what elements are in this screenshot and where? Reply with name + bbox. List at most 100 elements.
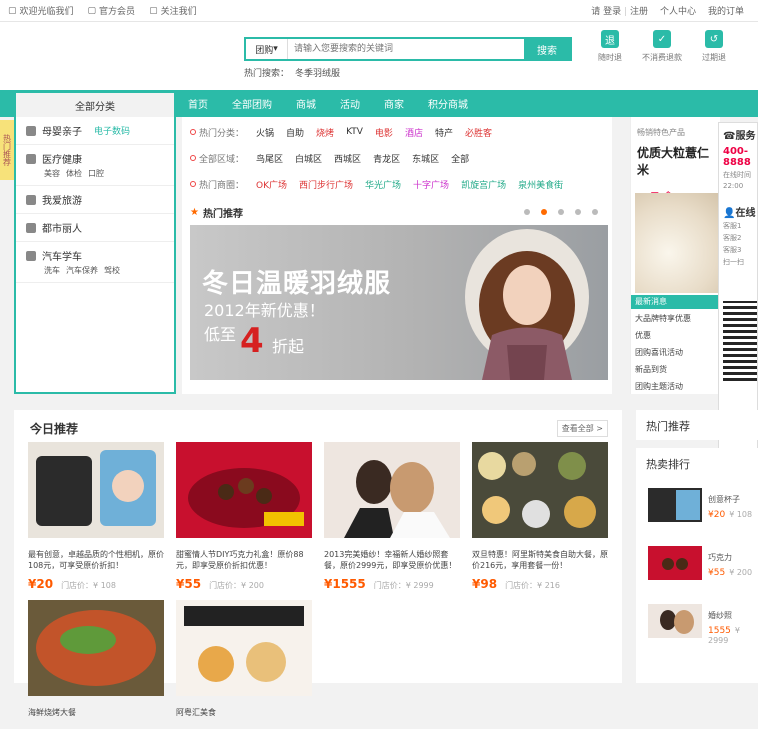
filter-item[interactable]: 东城区 xyxy=(412,152,439,165)
agent-link[interactable]: 客服2 xyxy=(719,231,757,243)
promise-unused-refund[interactable]: ✓ 不消费退款 xyxy=(642,30,682,63)
nav-all-deals[interactable]: 全部团购 xyxy=(232,96,272,111)
subcategory-link[interactable]: 驾校 xyxy=(104,265,120,276)
hot-search-word[interactable]: 冬季羽绒服 xyxy=(295,69,340,79)
product-name: 最有创意，卓越品质的个性相机，原价108元，可享受原价折扣！ xyxy=(28,550,164,570)
subcategory-link[interactable]: 汽车保养 xyxy=(66,265,98,276)
product-price: ¥20 xyxy=(28,577,54,591)
view-all-button[interactable]: 查看全部 > xyxy=(556,420,608,437)
nav-activity[interactable]: 活动 xyxy=(340,96,360,111)
rank-item[interactable]: 创意杯子 ¥20 ¥ 108 xyxy=(648,488,758,525)
featured-item-title[interactable]: 优质大粒薏仁米 xyxy=(631,138,720,178)
filter-item[interactable]: 自助 xyxy=(286,126,304,139)
category-highlight[interactable]: 电子数码 xyxy=(94,124,130,137)
subcategory-link[interactable]: 洗车 xyxy=(44,265,60,276)
subcategory-link[interactable]: 体检 xyxy=(66,168,82,179)
filter-item[interactable]: 西城区 xyxy=(334,152,361,165)
nav-home[interactable]: 首页 xyxy=(188,96,208,111)
search-input[interactable] xyxy=(288,39,524,59)
main-nav: 全部分类 首页 全部团购 商城 活动 商家 积分商城 xyxy=(0,90,758,118)
nav-mall[interactable]: 商城 xyxy=(296,96,316,111)
news-list: 大品牌特享优惠 优惠 团购喜讯活动 新品到货 团购主题活动 xyxy=(635,313,691,398)
category-item-car[interactable]: 汽车学车 洗车 汽车保养 驾校 xyxy=(16,242,174,283)
rank-name: 巧克力 xyxy=(708,553,732,562)
product-image-dimsum xyxy=(176,600,312,696)
all-categories-tab[interactable]: 全部分类 xyxy=(14,91,176,118)
category-item-baby[interactable]: 母婴亲子 电子数码 xyxy=(16,117,174,145)
product-card[interactable]: 最有创意，卓越品质的个性相机，原价108元，可享受原价折扣！ ¥20 门店价：¥ … xyxy=(28,442,164,591)
my-center-link[interactable]: 个人中心 xyxy=(660,4,696,17)
carousel-dot[interactable] xyxy=(524,209,530,215)
filter-item[interactable]: 华光广场 xyxy=(365,178,401,191)
filter-item[interactable]: 电影 xyxy=(375,126,393,139)
search-button[interactable]: 搜索 xyxy=(524,39,570,59)
promise-expired-refund[interactable]: ↺ 过期退 xyxy=(694,30,734,63)
side-float-tab[interactable]: 热门推荐 xyxy=(0,120,14,180)
location-icon xyxy=(190,155,196,161)
news-item[interactable]: 优惠 xyxy=(635,330,691,341)
category-item-beauty[interactable]: 都市丽人 xyxy=(16,214,174,242)
product-card[interactable]: 2013完美婚纱！幸福新人婚纱照套餐，原价2999元，即享受原价优惠！ ¥155… xyxy=(324,442,460,591)
hot-search: 热门搜索： 冬季羽绒服 xyxy=(244,66,340,79)
news-title: 最新消息 xyxy=(631,295,721,309)
my-order-link[interactable]: 我的订单 xyxy=(708,4,744,17)
filter-item[interactable]: 凯旋宫广场 xyxy=(461,178,506,191)
rank-item[interactable]: 婚纱照 1555 ¥ 2999 xyxy=(648,604,758,645)
product-orig-price: 门店价：¥ 2999 xyxy=(373,581,434,590)
product-card[interactable]: 阿粤汇美食 xyxy=(176,600,312,729)
filter-item[interactable]: OK广场 xyxy=(256,178,287,191)
product-card[interactable]: 甜蜜情人节DIY巧克力礼盒！原价88元，即享受原价折扣优惠！ ¥55 门店价：¥ … xyxy=(176,442,312,591)
filter-item[interactable]: 十字广场 xyxy=(413,178,449,191)
product-card[interactable]: 双旦特惠！阿里斯特美食自助大餐，原价216元，享用套餐一份！ ¥98 门店价：¥ … xyxy=(472,442,608,591)
filter-item[interactable]: 青龙区 xyxy=(373,152,400,165)
carousel-dot[interactable] xyxy=(575,209,581,215)
filter-district: 热门商圈： OK广场 西门步行广场 华光广场 十字广场 凯旋宫广场 泉州美食街 xyxy=(190,177,563,191)
news-item[interactable]: 新品到货 xyxy=(635,364,691,375)
rank-price: ¥55 xyxy=(708,568,726,578)
filter-item[interactable]: 鸟尾区 xyxy=(256,152,283,165)
topbar-link-follow[interactable]: ▢ 关注我们 xyxy=(149,4,197,18)
category-item-health[interactable]: 医疗健康 美容 体检 口腔 xyxy=(16,145,174,186)
product-orig-price: 门店价：¥ 108 xyxy=(61,581,116,590)
today-title: 今日推荐 xyxy=(30,422,79,436)
topbar-link-welcome[interactable]: ▢ 欢迎光临我们 xyxy=(8,4,74,18)
filter-item[interactable]: 火锅 xyxy=(256,126,274,139)
filter-item[interactable]: KTV xyxy=(346,127,363,137)
category-title: 母婴亲子 xyxy=(42,127,82,138)
carousel-dot-active[interactable] xyxy=(541,209,547,215)
agent-link[interactable]: 客服1 xyxy=(719,219,757,231)
filter-item[interactable]: 白城区 xyxy=(295,152,322,165)
nav-merchant[interactable]: 商家 xyxy=(384,96,404,111)
qr-code xyxy=(723,301,757,381)
rank-item[interactable]: 巧克力 ¥55 ¥ 200 xyxy=(648,546,758,583)
promise-anytime-refund[interactable]: 退随时退 xyxy=(590,30,630,63)
filter-item[interactable]: 西门步行广场 xyxy=(299,178,353,191)
filter-item[interactable]: 必胜客 xyxy=(465,126,492,139)
subcategory-link[interactable]: 口腔 xyxy=(88,168,104,179)
news-item[interactable]: 团购喜讯活动 xyxy=(635,347,691,358)
category-title: 都市丽人 xyxy=(42,224,82,235)
news-item[interactable]: 团购主题活动 xyxy=(635,381,691,392)
register-link[interactable]: 注册 xyxy=(630,7,648,17)
product-price: ¥1555 xyxy=(324,577,366,591)
star-icon: ★ xyxy=(190,207,199,218)
nav-points-mall[interactable]: 积分商城 xyxy=(428,96,468,111)
product-card[interactable]: 海鲜烧烤大餐 xyxy=(28,600,164,729)
topbar-link-member[interactable]: ▢ 官方会员 xyxy=(88,4,136,18)
filter-item[interactable]: 特产 xyxy=(435,126,453,139)
search-category-select[interactable]: 团购 ▾ xyxy=(246,39,288,59)
filter-item[interactable]: 全部 xyxy=(451,152,469,165)
category-item-travel[interactable]: 我爱旅游 xyxy=(16,186,174,214)
filter-item[interactable]: 酒店 xyxy=(405,126,423,139)
agent-link[interactable]: 客服3 xyxy=(719,243,757,255)
promo-banner[interactable]: 冬日温暖羽绒服 2012年新优惠！ 低至 4 折起 xyxy=(190,225,608,380)
filter-item[interactable]: 泉州美食街 xyxy=(518,178,563,191)
separator: | xyxy=(624,7,628,17)
featured-item-image[interactable] xyxy=(635,193,719,293)
carousel-dot[interactable] xyxy=(558,209,564,215)
carousel-dot[interactable] xyxy=(592,209,598,215)
filter-item[interactable]: 烧烤 xyxy=(316,126,334,139)
news-item[interactable]: 大品牌特享优惠 xyxy=(635,313,691,324)
subcategory-link[interactable]: 美容 xyxy=(44,168,60,179)
login-link[interactable]: 登录 xyxy=(603,7,621,17)
